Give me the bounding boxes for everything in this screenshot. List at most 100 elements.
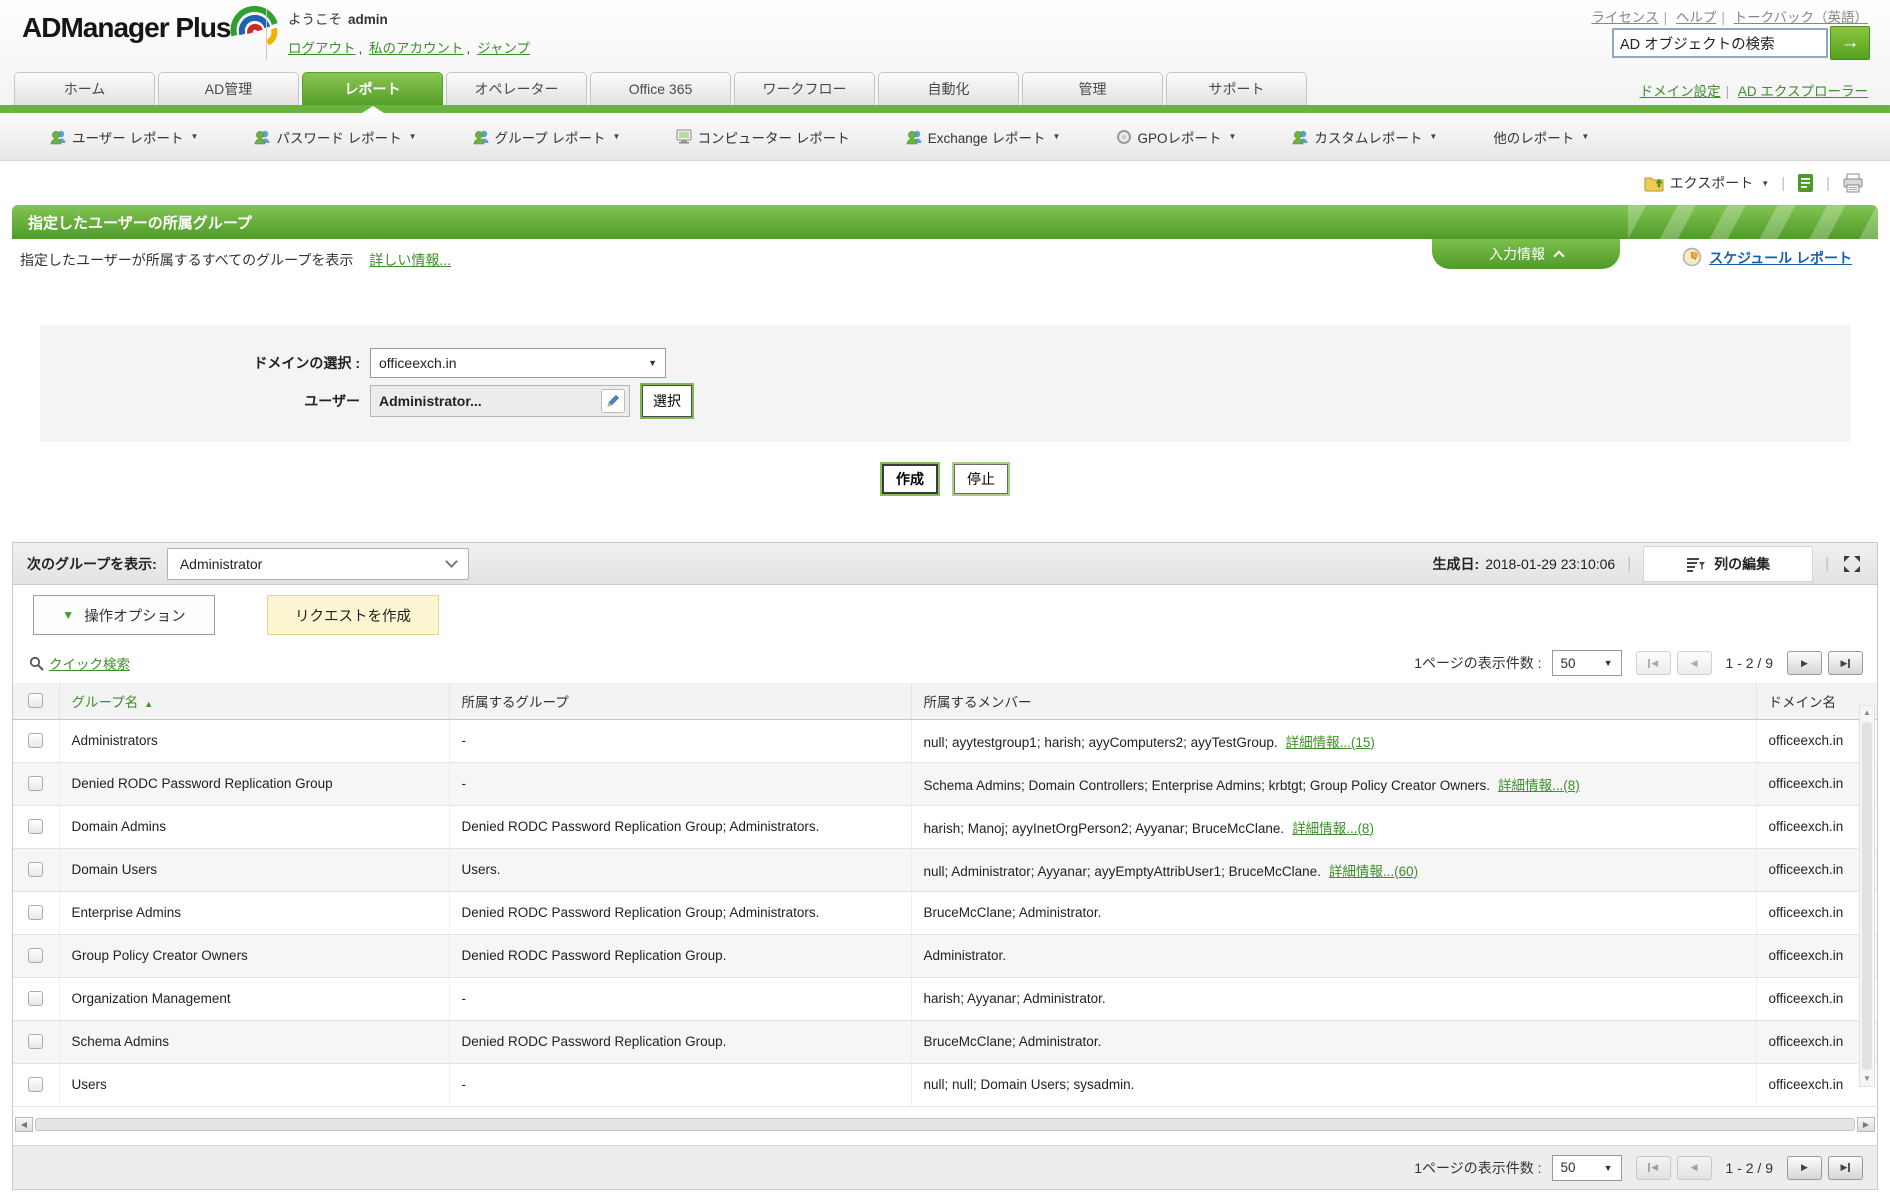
stop-button[interactable]: 停止 — [954, 464, 1008, 494]
show-group-select[interactable]: Administrator — [166, 547, 469, 580]
fullscreen-button[interactable] — [1841, 553, 1863, 575]
submenu-exchange-reports[interactable]: Exchange レポート ▼ — [906, 127, 1060, 147]
column-member-of[interactable]: 所属するグループ — [449, 683, 912, 720]
search-go-button[interactable]: → — [1830, 26, 1870, 60]
details-link[interactable]: 詳細情報...(60) — [1329, 864, 1418, 879]
domain-settings-link[interactable]: ドメイン設定 — [1640, 84, 1721, 99]
export-menu[interactable]: エクスポート ▼ — [1644, 173, 1769, 193]
active-tab-notch — [362, 106, 384, 113]
tab-reports[interactable]: レポート — [302, 72, 443, 105]
exchange-report-icon — [906, 130, 922, 144]
column-members[interactable]: 所属するメンバー — [911, 683, 1757, 720]
actions-options-label: 操作オプション — [84, 608, 186, 625]
submenu-user-reports[interactable]: ユーザー レポート ▼ — [50, 127, 198, 147]
horizontal-scrollbar[interactable]: ◀ ▶ — [15, 1117, 1875, 1133]
row-checkbox[interactable] — [28, 905, 44, 920]
table-row: Administrators - null; ayytestgroup1; ha… — [13, 719, 1877, 763]
horizontal-scroll-thumb[interactable] — [35, 1118, 1855, 1131]
first-page-button[interactable]: ◀ — [1635, 1155, 1671, 1180]
search-input[interactable] — [1612, 28, 1828, 58]
submenu-custom-reports[interactable]: カスタムレポート ▼ — [1292, 127, 1437, 147]
logo-arcs-icon — [230, 5, 278, 46]
per-page-select[interactable]: 50 ▼ — [1551, 1154, 1622, 1181]
scroll-up-icon[interactable]: ▲ — [1863, 706, 1871, 720]
submenu-label: パスワード レポート — [276, 130, 402, 146]
column-group-name[interactable]: グループ名 ▲ — [59, 683, 450, 720]
row-checkbox[interactable] — [28, 1034, 44, 1049]
tab-ad-management[interactable]: AD管理 — [158, 72, 299, 105]
edit-user-button[interactable] — [601, 389, 625, 413]
last-page-button[interactable]: ▶ — [1828, 1155, 1863, 1180]
row-checkbox[interactable] — [28, 991, 44, 1006]
generated-value: 2018-01-29 23:10:06 — [1485, 555, 1616, 572]
create-request-button[interactable]: リクエストを作成 — [267, 595, 439, 635]
admanager-plus-logo[interactable]: ADManager Plus — [22, 5, 281, 50]
generate-button[interactable]: 作成 — [882, 464, 938, 494]
my-account-link[interactable]: 私のアカウント — [369, 41, 464, 56]
per-page-select[interactable]: 50 ▼ — [1551, 650, 1622, 676]
more-info-link[interactable]: 詳しい情報... — [369, 250, 451, 270]
caret-down-icon: ▼ — [612, 132, 621, 141]
submenu-computer-reports[interactable]: コンピューター レポート — [676, 127, 850, 147]
tab-workflow[interactable]: ワークフロー — [734, 72, 875, 105]
prev-page-button[interactable]: ◀ — [1676, 651, 1712, 675]
domain-select[interactable]: officeexch.in ▼ — [370, 348, 666, 378]
scroll-left-button[interactable]: ◀ — [15, 1117, 33, 1132]
license-link[interactable]: ライセンス — [1591, 10, 1658, 25]
pencil-icon — [607, 395, 619, 407]
scroll-right-button[interactable]: ▶ — [1857, 1117, 1875, 1132]
domain-name: officeexch.in — [1768, 991, 1844, 1006]
quick-search-link[interactable]: クイック検索 — [49, 653, 130, 673]
last-page-button[interactable]: ▶ — [1828, 651, 1863, 675]
first-page-button[interactable]: ◀ — [1635, 651, 1671, 675]
tab-admin[interactable]: 管理 — [1022, 72, 1163, 105]
submenu-gpo-reports[interactable]: GPOレポート ▼ — [1116, 127, 1236, 147]
table-row: Domain Users Users. null; Administrator;… — [13, 848, 1877, 892]
row-checkbox[interactable] — [28, 819, 44, 834]
details-link[interactable]: 詳細情報...(8) — [1498, 778, 1580, 793]
pagination-top: 1ページの表示件数 : 50 ▼ ◀ ◀ 1 - 2 / 9 ▶ ▶ — [1414, 650, 1863, 676]
ad-explorer-link[interactable]: AD エクスプローラー — [1738, 84, 1868, 99]
title-bar-stripes — [1628, 205, 1878, 239]
tab-operators[interactable]: オペレーター — [446, 72, 587, 105]
scroll-down-icon[interactable]: ▼ — [1863, 1072, 1871, 1086]
vertical-scrollbar[interactable]: ▲ ▼ — [1859, 705, 1875, 1087]
select-all-checkbox[interactable] — [28, 693, 44, 709]
next-page-button[interactable]: ▶ — [1787, 651, 1822, 675]
submenu-group-reports[interactable]: グループ レポート ▼ — [473, 127, 621, 147]
tab-office365[interactable]: Office 365 — [590, 72, 731, 105]
separator: , — [358, 41, 363, 56]
members: harish; Manoj; ayyInetOrgPerson2; Ayyana… — [923, 820, 1285, 836]
feedback-link[interactable]: トークバック（英語） — [1734, 10, 1868, 25]
input-info-toggle[interactable]: 入力情報 — [1432, 239, 1620, 269]
caret-down-icon: ▼ — [648, 358, 657, 368]
prev-page-button[interactable]: ◀ — [1676, 1155, 1712, 1180]
select-user-button[interactable]: 選択 — [642, 385, 692, 417]
row-checkbox[interactable] — [28, 776, 44, 791]
details-link[interactable]: 詳細情報...(8) — [1292, 821, 1374, 836]
print-button[interactable] — [1842, 173, 1864, 193]
help-link[interactable]: ヘルプ — [1676, 10, 1717, 25]
submenu-password-reports[interactable]: パスワード レポート ▼ — [254, 127, 417, 147]
actions-options-button[interactable]: ▼ 操作オプション — [33, 595, 215, 635]
pagination-bottom: 1ページの表示件数 : 50 ▼ ◀ ◀ 1 - 2 / 9 ▶ ▶ — [1414, 1154, 1863, 1181]
tab-home[interactable]: ホーム — [14, 72, 155, 105]
user-input[interactable]: Administrator... — [370, 385, 630, 417]
jump-link[interactable]: ジャンプ — [477, 41, 530, 56]
row-checkbox[interactable] — [28, 1077, 44, 1092]
row-checkbox[interactable] — [28, 733, 44, 748]
report-title-bar: 指定したユーザーの所属グループ — [12, 205, 1878, 239]
logout-link[interactable]: ログアウト — [288, 41, 356, 56]
view-as-document-button[interactable] — [1797, 173, 1814, 193]
table-row: Denied RODC Password Replication Group -… — [13, 762, 1877, 806]
row-checkbox[interactable] — [28, 862, 44, 877]
next-page-button[interactable]: ▶ — [1787, 1155, 1822, 1180]
tab-support[interactable]: サポート — [1166, 72, 1307, 105]
edit-columns-button[interactable]: 列の編集 — [1643, 545, 1814, 582]
details-link[interactable]: 詳細情報...(15) — [1286, 735, 1375, 750]
row-checkbox[interactable] — [28, 948, 44, 963]
submenu-other-reports[interactable]: 他のレポート ▼ — [1493, 127, 1589, 147]
vertical-scroll-thumb[interactable] — [1862, 722, 1872, 1070]
tab-automation[interactable]: 自動化 — [878, 72, 1019, 105]
schedule-report-link[interactable]: スケジュール レポート — [1709, 248, 1852, 268]
